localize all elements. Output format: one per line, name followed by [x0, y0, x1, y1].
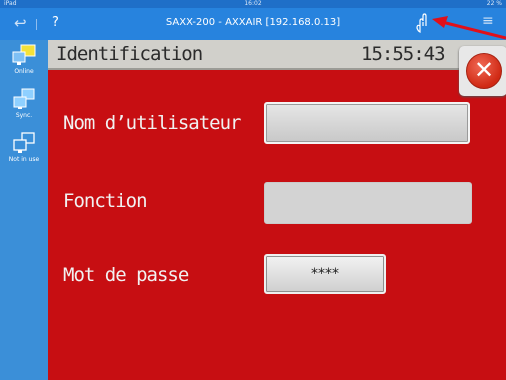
- close-button[interactable]: ✕: [459, 46, 506, 96]
- touch-hand-icon[interactable]: [414, 12, 430, 34]
- username-label: Nom d’utilisateur: [63, 112, 241, 134]
- panel-clock: 15:55:43: [361, 43, 446, 65]
- function-field[interactable]: [264, 182, 472, 224]
- close-icon: ✕: [466, 53, 502, 89]
- page-title: Identification: [56, 43, 203, 65]
- sidebar-item-label: Online: [14, 68, 34, 75]
- password-label: Mot de passe: [63, 264, 189, 286]
- password-field[interactable]: ****: [264, 254, 386, 294]
- status-clock: 16:02: [244, 0, 262, 7]
- ios-status-bar: iPad 16:02 22 %: [0, 0, 506, 8]
- sidebar-item-online[interactable]: Online: [0, 44, 48, 75]
- sidebar-item-sync[interactable]: Sync.: [0, 88, 48, 119]
- sidebar-item-label: Not in use: [8, 156, 40, 163]
- identification-panel: Identification 15:55:43 ✕ Nom d’utilisat…: [48, 40, 506, 380]
- not-in-use-icon: [13, 132, 35, 153]
- sidebar-item-not-in-use[interactable]: Not in use: [0, 132, 48, 163]
- sidebar-item-label: Sync.: [15, 112, 33, 119]
- annotation-arrow-icon: [432, 16, 506, 40]
- function-label: Fonction: [63, 190, 148, 212]
- online-monitor-icon: [12, 44, 36, 65]
- sidebar: Online Sync. Not in use: [0, 40, 48, 380]
- battery-label: 22 %: [486, 0, 502, 7]
- sync-icon: [13, 88, 35, 109]
- username-field[interactable]: [264, 102, 470, 144]
- panel-header: Identification 15:55:43: [48, 40, 506, 70]
